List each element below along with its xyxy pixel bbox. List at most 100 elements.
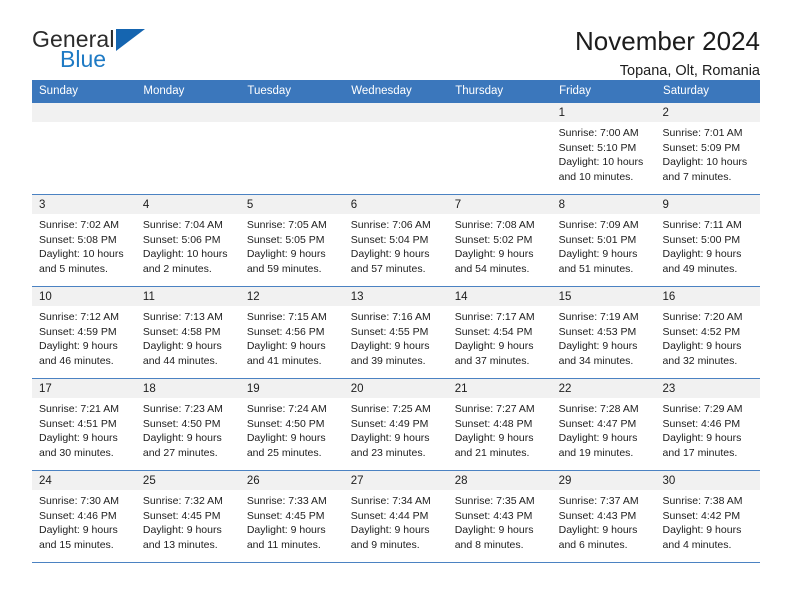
brand-name-blue: Blue bbox=[60, 46, 107, 72]
calendar-day-cell[interactable]: 7 Sunrise: 7:08 AM Sunset: 5:02 PM Daylight… bbox=[447, 194, 552, 287]
calendar-day-cell[interactable]: 22 Sunrise: 7:28 AM Sunset: 4:47 PM Dayligh… bbox=[551, 378, 656, 471]
day-number: 30 bbox=[655, 471, 760, 490]
calendar-day-cell[interactable]: 26 Sunrise: 7:33 AM Sunset: 4:45 PM Dayligh… bbox=[239, 470, 344, 563]
calendar-day-cell-empty bbox=[447, 103, 552, 195]
calendar-day-cell[interactable]: 16 Sunrise: 7:20 AM Sunset: 4:52 PM Dayligh… bbox=[655, 286, 760, 379]
day-detail-line: Daylight: 9 hours bbox=[454, 432, 534, 445]
day-number: 15 bbox=[551, 287, 656, 306]
day-detail-line: Sunset: 4:45 PM bbox=[246, 509, 325, 522]
day-detail-line: Sunrise: 7:04 AM bbox=[142, 219, 223, 231]
calendar-day-cell[interactable]: 19 Sunrise: 7:24 AM Sunset: 4:50 PM Dayligh… bbox=[239, 378, 344, 471]
day-details: Sunrise: 7:29 AM Sunset: 4:46 PM Daylight:… bbox=[656, 398, 760, 460]
calendar-day-cell[interactable]: 17 Sunrise: 7:21 AM Sunset: 4:51 PM Dayligh… bbox=[32, 378, 136, 471]
day-detail-line: Sunrise: 7:01 AM bbox=[662, 127, 743, 139]
day-detail-line: Sunrise: 7:38 AM bbox=[662, 495, 743, 507]
calendar-day-cell[interactable]: 1 Sunrise: 7:00 AM Sunset: 5:10 PM Daylight… bbox=[551, 103, 656, 195]
weekday-header-saturday: Saturday bbox=[655, 80, 760, 103]
day-detail-line: and 4 minutes. bbox=[662, 538, 732, 551]
day-detail-line: and 51 minutes. bbox=[558, 262, 634, 275]
day-details: Sunrise: 7:35 AM Sunset: 4:43 PM Daylight:… bbox=[448, 490, 552, 552]
day-detail-line: Sunset: 5:01 PM bbox=[558, 233, 637, 246]
day-detail-line: Daylight: 10 hours bbox=[662, 156, 748, 169]
day-details: Sunrise: 7:27 AM Sunset: 4:48 PM Daylight:… bbox=[448, 398, 552, 460]
day-detail-line: and 21 minutes. bbox=[454, 446, 530, 459]
calendar-day-cell[interactable]: 20 Sunrise: 7:25 AM Sunset: 4:49 PM Dayligh… bbox=[343, 378, 448, 471]
day-cell-inner: 26 Sunrise: 7:33 AM Sunset: 4:45 PM Dayligh… bbox=[239, 471, 344, 562]
day-detail-line: Daylight: 9 hours bbox=[662, 340, 742, 353]
day-number: 3 bbox=[32, 195, 136, 214]
calendar-day-cell[interactable]: 5 Sunrise: 7:05 AM Sunset: 5:05 PM Daylight… bbox=[239, 194, 344, 287]
calendar-day-cell[interactable]: 28 Sunrise: 7:35 AM Sunset: 4:43 PM Dayligh… bbox=[447, 470, 552, 563]
day-detail-line: Daylight: 9 hours bbox=[142, 340, 222, 353]
calendar-day-cell[interactable]: 29 Sunrise: 7:37 AM Sunset: 4:43 PM Dayligh… bbox=[551, 470, 656, 563]
day-detail-line: Sunset: 4:50 PM bbox=[142, 417, 221, 430]
day-detail-line: Sunrise: 7:34 AM bbox=[350, 495, 431, 507]
day-number bbox=[135, 103, 240, 122]
day-cell-inner: 27 Sunrise: 7:34 AM Sunset: 4:44 PM Dayligh… bbox=[343, 471, 448, 562]
calendar-day-cell[interactable]: 12 Sunrise: 7:15 AM Sunset: 4:56 PM Dayligh… bbox=[239, 286, 344, 379]
day-cell-inner: 22 Sunrise: 7:28 AM Sunset: 4:47 PM Dayligh… bbox=[551, 379, 656, 470]
calendar-day-cell[interactable]: 4 Sunrise: 7:04 AM Sunset: 5:06 PM Daylight… bbox=[135, 194, 240, 287]
page-header: General Blue November 2024 Topana, Olt, … bbox=[32, 0, 760, 79]
day-details: Sunrise: 7:23 AM Sunset: 4:50 PM Daylight:… bbox=[136, 398, 240, 460]
calendar-day-cell[interactable]: 27 Sunrise: 7:34 AM Sunset: 4:44 PM Dayligh… bbox=[343, 470, 448, 563]
calendar-day-cell[interactable]: 9 Sunrise: 7:11 AM Sunset: 5:00 PM Daylight… bbox=[655, 194, 760, 287]
day-detail-line: Sunset: 4:46 PM bbox=[39, 509, 117, 522]
weekday-header-sunday: Sunday bbox=[32, 80, 137, 103]
day-details: Sunrise: 7:28 AM Sunset: 4:47 PM Daylight:… bbox=[552, 398, 656, 460]
brand-logo[interactable]: General Blue bbox=[32, 26, 150, 74]
day-details: Sunrise: 7:21 AM Sunset: 4:51 PM Daylight:… bbox=[32, 398, 136, 460]
weekday-header-thursday: Thursday bbox=[447, 80, 553, 103]
day-detail-line: Sunrise: 7:15 AM bbox=[246, 311, 327, 323]
day-detail-line: and 6 minutes. bbox=[558, 538, 628, 551]
day-detail-line: Daylight: 9 hours bbox=[142, 524, 222, 537]
day-details: Sunrise: 7:17 AM Sunset: 4:54 PM Daylight:… bbox=[448, 306, 552, 368]
day-number: 7 bbox=[447, 195, 552, 214]
day-cell-inner: 9 Sunrise: 7:11 AM Sunset: 5:00 PM Daylight… bbox=[655, 195, 760, 286]
calendar-week-row: 1 Sunrise: 7:00 AM Sunset: 5:10 PM Daylight… bbox=[32, 103, 760, 195]
day-detail-line: Sunrise: 7:32 AM bbox=[142, 495, 223, 507]
day-cell-inner: 28 Sunrise: 7:35 AM Sunset: 4:43 PM Dayligh… bbox=[447, 471, 552, 562]
day-number: 25 bbox=[135, 471, 240, 490]
calendar-day-cell[interactable]: 8 Sunrise: 7:09 AM Sunset: 5:01 PM Daylight… bbox=[551, 194, 656, 287]
day-details: Sunrise: 7:05 AM Sunset: 5:05 PM Daylight:… bbox=[240, 214, 344, 276]
day-cell-inner: 16 Sunrise: 7:20 AM Sunset: 4:52 PM Dayligh… bbox=[655, 287, 760, 378]
day-cell-inner bbox=[343, 103, 448, 194]
weekday-header-tuesday: Tuesday bbox=[239, 80, 345, 103]
day-detail-line: Daylight: 9 hours bbox=[558, 340, 638, 353]
day-number: 23 bbox=[655, 379, 760, 398]
day-detail-line: Daylight: 9 hours bbox=[246, 340, 326, 353]
day-detail-line: Sunset: 4:45 PM bbox=[142, 509, 221, 522]
day-cell-inner: 2 Sunrise: 7:01 AM Sunset: 5:09 PM Daylight… bbox=[655, 103, 760, 194]
calendar-day-cell[interactable]: 23 Sunrise: 7:29 AM Sunset: 4:46 PM Dayligh… bbox=[655, 378, 760, 471]
day-detail-line: Daylight: 9 hours bbox=[662, 432, 742, 445]
day-detail-line: Sunrise: 7:37 AM bbox=[558, 495, 639, 507]
day-number bbox=[239, 103, 344, 122]
calendar-day-cell[interactable]: 25 Sunrise: 7:32 AM Sunset: 4:45 PM Dayligh… bbox=[135, 470, 240, 563]
calendar-day-cell[interactable]: 3 Sunrise: 7:02 AM Sunset: 5:08 PM Daylight… bbox=[32, 194, 136, 287]
day-detail-line: Daylight: 9 hours bbox=[558, 524, 638, 537]
calendar-week-row: 3 Sunrise: 7:02 AM Sunset: 5:08 PM Daylight… bbox=[32, 194, 760, 287]
calendar-day-cell[interactable]: 15 Sunrise: 7:19 AM Sunset: 4:53 PM Dayligh… bbox=[551, 286, 656, 379]
calendar-day-cell[interactable]: 6 Sunrise: 7:06 AM Sunset: 5:04 PM Daylight… bbox=[343, 194, 448, 287]
day-detail-line: and 19 minutes. bbox=[558, 446, 634, 459]
calendar-day-cell[interactable]: 10 Sunrise: 7:12 AM Sunset: 4:59 PM Dayligh… bbox=[32, 286, 136, 379]
day-details: Sunrise: 7:11 AM Sunset: 5:00 PM Daylight:… bbox=[656, 214, 760, 276]
day-detail-line: Sunrise: 7:24 AM bbox=[246, 403, 327, 415]
day-detail-line: Sunrise: 7:29 AM bbox=[662, 403, 743, 415]
day-cell-inner: 15 Sunrise: 7:19 AM Sunset: 4:53 PM Dayligh… bbox=[551, 287, 656, 378]
calendar-day-cell[interactable]: 30 Sunrise: 7:38 AM Sunset: 4:42 PM Dayligh… bbox=[655, 470, 760, 563]
calendar-day-cell[interactable]: 11 Sunrise: 7:13 AM Sunset: 4:58 PM Dayligh… bbox=[135, 286, 240, 379]
calendar-day-cell[interactable]: 18 Sunrise: 7:23 AM Sunset: 4:50 PM Dayligh… bbox=[135, 378, 240, 471]
day-detail-line: and 30 minutes. bbox=[39, 446, 114, 459]
calendar-day-cell[interactable]: 24 Sunrise: 7:30 AM Sunset: 4:46 PM Dayligh… bbox=[32, 470, 136, 563]
day-detail-line: Sunset: 4:48 PM bbox=[454, 417, 533, 430]
calendar-day-cell[interactable]: 2 Sunrise: 7:01 AM Sunset: 5:09 PM Daylight… bbox=[655, 103, 760, 195]
day-detail-line: Daylight: 10 hours bbox=[142, 248, 228, 261]
calendar-day-cell[interactable]: 13 Sunrise: 7:16 AM Sunset: 4:55 PM Dayligh… bbox=[343, 286, 448, 379]
calendar-day-cell[interactable]: 14 Sunrise: 7:17 AM Sunset: 4:54 PM Dayligh… bbox=[447, 286, 552, 379]
day-detail-line: and 25 minutes. bbox=[246, 446, 322, 459]
calendar-day-cell[interactable]: 21 Sunrise: 7:27 AM Sunset: 4:48 PM Dayligh… bbox=[447, 378, 552, 471]
day-cell-inner: 12 Sunrise: 7:15 AM Sunset: 4:56 PM Dayligh… bbox=[239, 287, 344, 378]
day-detail-line: Daylight: 9 hours bbox=[350, 340, 430, 353]
